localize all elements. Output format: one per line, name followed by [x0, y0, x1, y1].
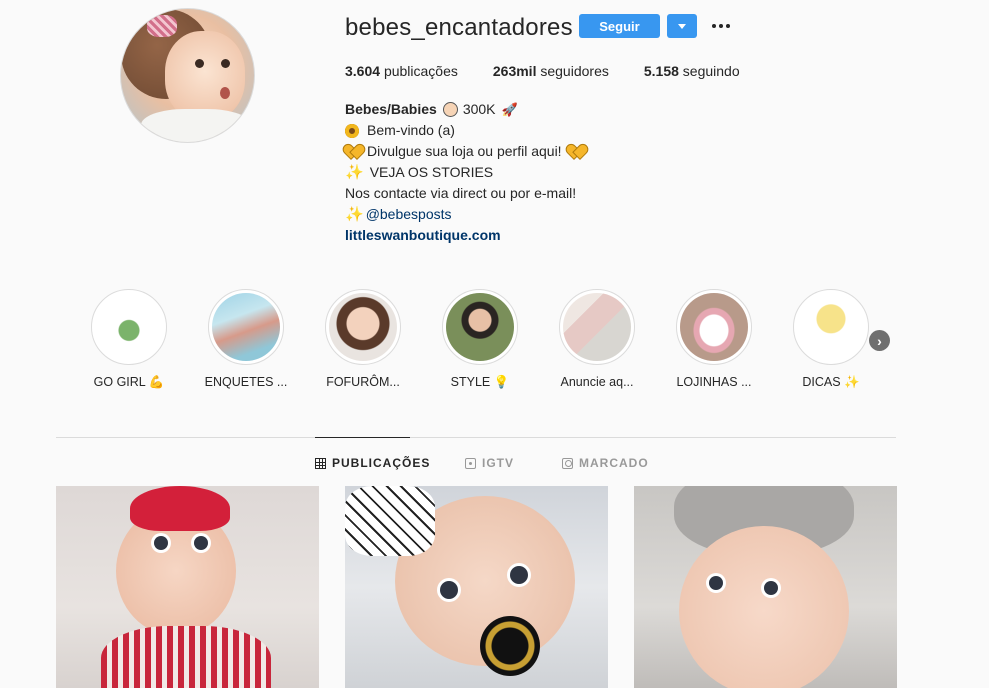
highlight-item[interactable]: GO GIRL 💪 — [90, 289, 168, 390]
rocket-emoji-icon: 🚀 — [501, 102, 518, 117]
bio-line-3: VEJA OS STORIES — [369, 164, 494, 180]
highlight-cover — [446, 293, 514, 361]
tag-icon — [562, 457, 573, 469]
post-thumbnail[interactable] — [634, 486, 897, 688]
highlight-item[interactable]: FOFURÔM... — [324, 289, 402, 389]
sunflower-emoji-icon — [345, 123, 359, 138]
highlight-cover — [95, 293, 163, 361]
highlight-item[interactable]: Anuncie aq... — [558, 289, 636, 389]
chevron-right-icon[interactable]: › — [869, 330, 890, 351]
highlight-cover — [563, 293, 631, 361]
sparkles-emoji-icon: ✨ — [345, 206, 364, 223]
tab-tagged-label: MARCADO — [579, 456, 649, 470]
yellow-heart-icon — [568, 145, 584, 159]
bio-name: Bebes/Babies — [345, 101, 437, 117]
chevron-down-icon — [678, 23, 686, 29]
posts-count: 3.604 publicações — [345, 63, 458, 79]
profile-avatar[interactable] — [120, 8, 255, 143]
tab-igtv[interactable]: IGTV — [465, 456, 514, 470]
follow-button[interactable]: Seguir — [579, 14, 660, 38]
website-link[interactable]: littleswanboutique.com — [345, 225, 501, 246]
tab-posts[interactable]: PUBLICAÇÕES — [315, 456, 430, 470]
bio-mention-link[interactable]: @bebesposts — [366, 204, 452, 225]
sparkles-emoji-icon: ✨ — [345, 164, 364, 181]
highlight-cover — [680, 293, 748, 361]
grid-icon — [315, 457, 326, 469]
profile-stats: 3.604 publicações 263mil seguidores 5.15… — [345, 63, 775, 79]
following-count[interactable]: 5.158 seguindo — [644, 63, 740, 79]
highlight-item[interactable]: ENQUETES ... — [205, 289, 287, 389]
tab-igtv-label: IGTV — [482, 456, 515, 470]
tab-posts-label: PUBLICAÇÕES — [332, 456, 431, 470]
post-thumbnail[interactable] — [56, 486, 319, 688]
suggestions-dropdown-button[interactable] — [667, 14, 697, 38]
bio-line-2: Divulgue sua loja ou perfil aqui! — [367, 143, 562, 159]
post-thumbnail[interactable] — [345, 486, 608, 688]
highlight-label: LOJINHAS ... — [676, 375, 752, 389]
tab-tagged[interactable]: MARCADO — [562, 456, 649, 470]
igtv-icon — [465, 457, 476, 469]
story-highlights: GO GIRL 💪 ENQUETES ... FOFURÔM... STYLE … — [88, 289, 888, 399]
highlight-label: Anuncie aq... — [560, 375, 634, 389]
profile-username: bebes_encantadores — [345, 14, 573, 41]
highlight-label: ENQUETES ... — [204, 375, 288, 389]
more-options-icon[interactable] — [709, 14, 733, 38]
profile-bio: Bebes/Babies 300K 🚀 Bem-vindo (a) Divulg… — [345, 99, 745, 246]
bio-line-1: Bem-vindo (a) — [367, 122, 455, 138]
active-tab-indicator — [315, 437, 410, 438]
highlight-item[interactable]: LOJINHAS ... — [675, 289, 753, 389]
baby-emoji-icon — [442, 102, 458, 117]
highlight-item[interactable]: DICAS ✨ — [792, 289, 870, 390]
highlight-label: STYLE 💡 — [450, 375, 510, 389]
highlight-label: DICAS ✨ — [802, 375, 860, 389]
highlight-label: GO GIRL 💪 — [93, 375, 165, 389]
highlight-item[interactable]: STYLE 💡 — [441, 289, 519, 390]
bio-name-suffix: 300K — [462, 101, 496, 117]
followers-count[interactable]: 263mil seguidores — [493, 63, 609, 79]
yellow-heart-icon — [345, 145, 361, 159]
highlight-label: FOFURÔM... — [326, 375, 400, 389]
highlight-cover — [329, 293, 397, 361]
tabs-divider — [56, 437, 896, 438]
bio-line-4: Nos contacte via direct ou por e-mail! — [345, 185, 577, 201]
lightbulb-icon — [797, 293, 865, 361]
highlight-cover — [212, 293, 280, 361]
